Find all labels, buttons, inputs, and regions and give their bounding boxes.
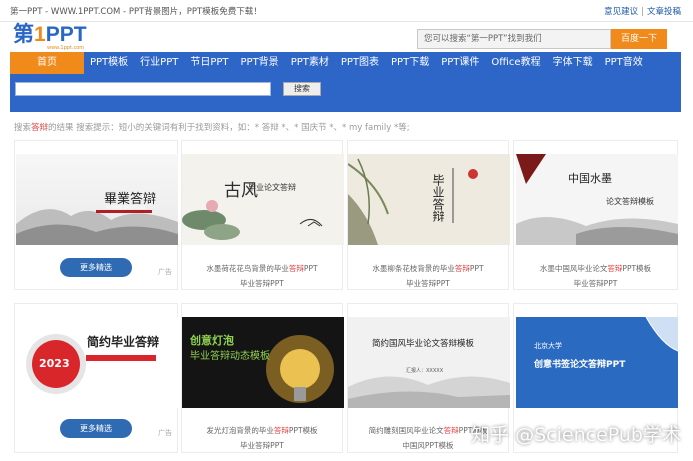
- thumb-title: 中国水墨: [568, 172, 612, 185]
- template-thumbnail[interactable]: 中国水墨 论文答辩模板: [516, 154, 678, 245]
- nav-item-backgrounds[interactable]: PPT背景: [235, 52, 285, 74]
- thumb-subtitle: 北京大学: [534, 342, 562, 350]
- logo-one: 1: [34, 23, 46, 46]
- logo-text: 第1PPT: [13, 24, 87, 45]
- caption-keyword: 答辩: [288, 264, 304, 273]
- contribute-link[interactable]: 文章投稿: [647, 7, 681, 17]
- thumb-title: 毕业答辩: [431, 174, 445, 222]
- ad-card[interactable]: 简约毕业答辩 2023 更多精选 广告: [14, 303, 178, 453]
- thumb-title: 简约国风毕业论文答辩模板: [372, 339, 475, 349]
- site-search-bar: 搜索: [10, 74, 681, 112]
- hint-keyword: 答辩: [31, 123, 49, 133]
- template-caption[interactable]: 水墨荷花花鸟背景的毕业答辩PPT: [182, 263, 342, 274]
- site-slogan: 第一PPT - WWW.1PPT.COM - PPT背景图片，PPT模板免费下载…: [10, 6, 262, 17]
- willow-ink-graphic: [348, 158, 478, 245]
- caption-keyword: 答辩: [273, 426, 289, 435]
- logo-suffix: PPT: [45, 23, 87, 46]
- ad-label: 广告: [158, 268, 172, 276]
- nav-item-industry[interactable]: 行业PPT: [134, 52, 184, 74]
- template-card[interactable]: 毕业答辩 水墨柳条花枝背景的毕业答辩PPT 毕业答辩PPT: [347, 140, 510, 290]
- template-card[interactable]: 中国水墨 论文答辩模板 水墨中国风毕业论文答辩PPT模板 毕业答辩PPT: [513, 140, 678, 290]
- nav-item-downloads[interactable]: PPT下载: [385, 52, 435, 74]
- template-thumbnail[interactable]: 北京大学 创意书签论文答辩PPT: [516, 317, 678, 408]
- caption-prefix: 发光灯泡背景的毕业: [206, 426, 274, 435]
- more-picks-button[interactable]: 更多精选: [60, 419, 132, 438]
- nav-item-fonts[interactable]: 字体下载: [547, 52, 599, 74]
- link-separator: |: [641, 6, 644, 17]
- caption-prefix: 简约雕刻国风毕业论文: [368, 426, 444, 435]
- thumb-title: 简约毕业答辩: [87, 335, 160, 349]
- template-card[interactable]: 古风 毕业论文答辩 水墨荷花花鸟背景的毕业答辩PPT 毕业答辩PPT: [181, 140, 344, 290]
- caption-keyword: 答辩: [607, 264, 623, 273]
- nav-item-charts[interactable]: PPT图表: [335, 52, 385, 74]
- nav-item-sounds[interactable]: PPT音效: [599, 52, 649, 74]
- nav-item-courseware[interactable]: PPT课件: [435, 52, 485, 74]
- template-category[interactable]: 毕业答辩PPT: [182, 440, 342, 451]
- thumb-title: 创意灯泡: [190, 334, 234, 347]
- template-thumbnail[interactable]: 创意灯泡 毕业答辩动态模板: [182, 317, 344, 408]
- caption-keyword: 答辩: [454, 264, 470, 273]
- site-search-button[interactable]: 搜索: [283, 82, 321, 96]
- lotus-ink-graphic: [182, 200, 323, 240]
- thumb-subtitle: XXX答辩 XXXXXXXX: [106, 205, 146, 210]
- site-search-input[interactable]: [15, 82, 271, 96]
- nav-item-materials[interactable]: PPT素材: [285, 52, 335, 74]
- logo-url: www.1ppt.com: [47, 45, 85, 51]
- template-thumbnail[interactable]: 简约毕业答辩 2023: [16, 317, 178, 408]
- light-bulb-graphic: [266, 335, 334, 403]
- site-logo[interactable]: 第1PPT www.1ppt.com: [13, 24, 87, 52]
- caption-suffix: PPT: [469, 264, 484, 273]
- nav-item-holiday[interactable]: 节日PPT: [184, 52, 234, 74]
- caption-prefix: 水墨荷花花鸟背景的毕业: [206, 264, 289, 273]
- search-hint: 搜索答辩的结果 搜索提示：短小的关键词有利于找到资料，如：* 答辩 *、* 国庆…: [14, 121, 410, 133]
- main-nav: 首页 PPT模板 行业PPT 节日PPT PPT背景 PPT素材 PPT图表 P…: [10, 52, 681, 74]
- thumb-subtitle: 毕业论文答辩: [248, 183, 296, 192]
- template-caption[interactable]: 水墨柳条花枝背景的毕业答辩PPT: [348, 263, 508, 274]
- caption-prefix: 水墨中国风毕业论文: [539, 264, 608, 273]
- template-category[interactable]: 毕业答辩PPT: [182, 278, 342, 289]
- thumb-badge: 2023: [39, 357, 70, 370]
- nav-item-ppt-templates[interactable]: PPT模板: [84, 52, 134, 74]
- top-bar: 第一PPT - WWW.1PPT.COM - PPT背景图片，PPT模板免费下载…: [0, 0, 693, 22]
- caption-suffix: PPT模板: [622, 264, 652, 273]
- template-card[interactable]: 创意灯泡 毕业答辩动态模板 发光灯泡背景的毕业答辩PPT模板 毕业答辩PPT: [181, 303, 344, 453]
- hint-prefix: 搜索: [14, 123, 32, 133]
- caption-suffix: PPT: [303, 264, 318, 273]
- template-caption[interactable]: 发光灯泡背景的毕业答辩PPT模板: [182, 425, 342, 436]
- ad-card[interactable]: 畢業答辯 XXX答辩 XXXXXXXX 更多精选 广告: [14, 140, 178, 290]
- template-thumbnail[interactable]: 简约国风毕业论文答辩模板 汇报人：XXXXX: [348, 317, 510, 408]
- thumb-subtitle: 论文答辩模板: [606, 197, 654, 206]
- template-thumbnail[interactable]: 毕业答辩: [348, 154, 510, 245]
- template-category[interactable]: 毕业答辩PPT: [514, 278, 677, 289]
- thumb-subtitle: 汇报人：XXXXX: [406, 368, 444, 374]
- thumb-title: 创意书签论文答辩PPT: [534, 360, 626, 370]
- ad-label: 广告: [158, 429, 172, 437]
- baidu-search-button[interactable]: 百度一下: [611, 29, 667, 49]
- nav-item-office[interactable]: Office教程: [485, 52, 546, 74]
- template-category[interactable]: 毕业答辩PPT: [348, 278, 508, 289]
- caption-keyword: 答辩: [443, 426, 459, 435]
- logo-prefix: 第: [13, 23, 34, 46]
- template-thumbnail[interactable]: 畢業答辯 XXX答辩 XXXXXXXX: [16, 154, 178, 245]
- template-thumbnail[interactable]: 古风 毕业论文答辩: [182, 154, 344, 245]
- caption-suffix: PPT模板: [288, 426, 318, 435]
- engraved-mountain-graphic: [348, 376, 510, 408]
- thumb-subtitle: 毕业答辩动态模板: [190, 351, 270, 362]
- feedback-link[interactable]: 意见建议: [604, 7, 638, 17]
- zhihu-watermark: 知乎 @SciencePub学术: [471, 424, 681, 446]
- baidu-search: 您可以搜索“第一PPT”找到我们 百度一下: [417, 29, 667, 49]
- hint-text: 的结果 搜索提示：短小的关键词有利于找到资料，如：* 答辩 *、* 国庆节 *、…: [48, 123, 410, 133]
- header: 第1PPT www.1ppt.com 您可以搜索“第一PPT”找到我们 百度一下: [0, 22, 693, 52]
- caption-prefix: 水墨柳条花枝背景的毕业: [372, 264, 455, 273]
- top-links: 意见建议 | 文章投稿: [604, 5, 681, 17]
- template-caption[interactable]: 水墨中国风毕业论文答辩PPT模板: [514, 263, 677, 274]
- baidu-search-input[interactable]: 您可以搜索“第一PPT”找到我们: [417, 29, 611, 49]
- more-picks-button[interactable]: 更多精选: [60, 258, 132, 277]
- nav-item-home[interactable]: 首页: [10, 52, 84, 74]
